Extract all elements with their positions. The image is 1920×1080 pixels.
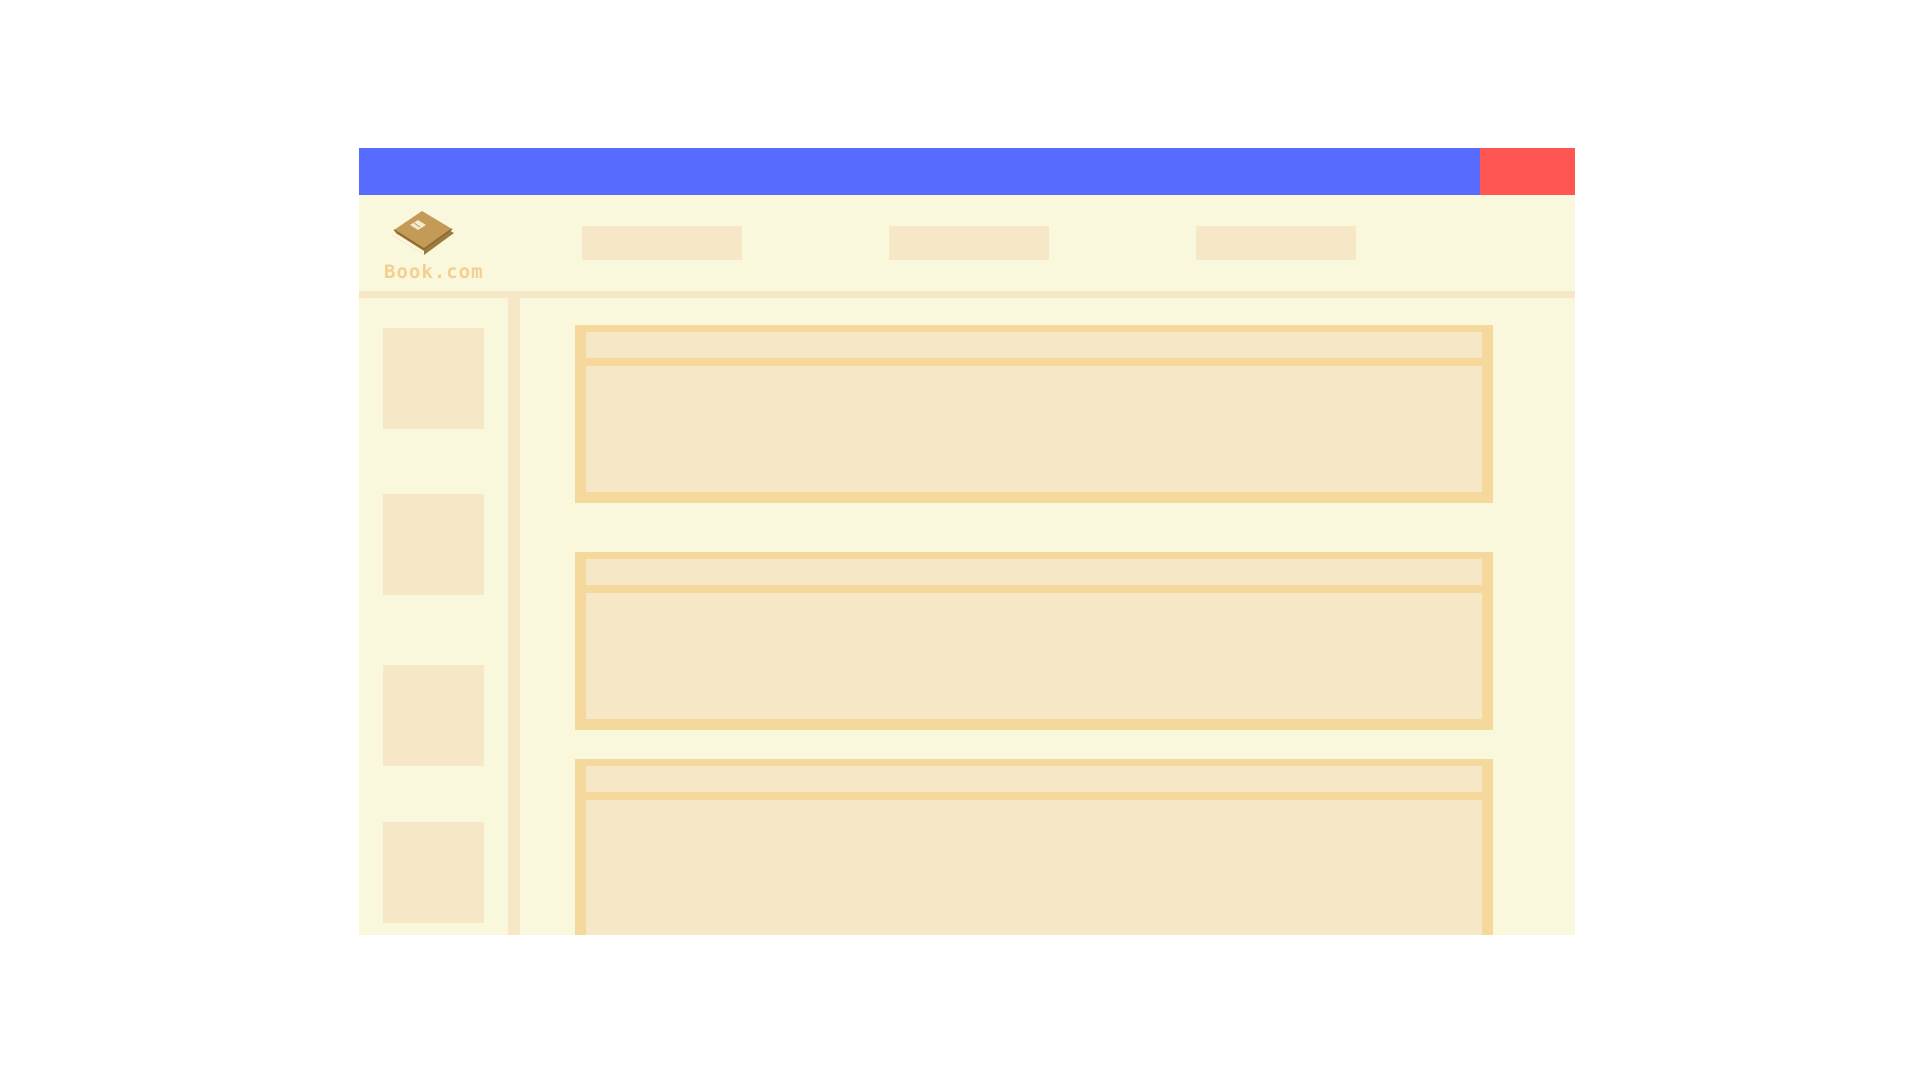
card-body bbox=[586, 593, 1482, 719]
card-body bbox=[586, 800, 1482, 935]
sidebar-item-2[interactable] bbox=[383, 494, 484, 595]
nav-item-2[interactable] bbox=[889, 226, 1049, 260]
header-divider bbox=[359, 291, 1575, 298]
nav-item-1[interactable] bbox=[582, 226, 742, 260]
top-navigation-bar: Book.com bbox=[359, 195, 1575, 295]
card-header bbox=[586, 332, 1482, 358]
content-card-1[interactable] bbox=[575, 325, 1493, 503]
title-bar[interactable] bbox=[359, 148, 1575, 195]
app-window: Book.com bbox=[359, 148, 1575, 935]
close-button[interactable] bbox=[1480, 148, 1575, 195]
sidebar-item-4[interactable] bbox=[383, 822, 484, 923]
card-header bbox=[586, 559, 1482, 585]
sidebar-item-3[interactable] bbox=[383, 665, 484, 766]
logo-text: Book.com bbox=[384, 261, 484, 283]
sidebar-divider bbox=[508, 298, 520, 935]
sidebar bbox=[359, 298, 508, 935]
nav-item-3[interactable] bbox=[1196, 226, 1356, 260]
content-card-2[interactable] bbox=[575, 552, 1493, 730]
content-card-3[interactable] bbox=[575, 759, 1493, 935]
sidebar-item-1[interactable] bbox=[383, 328, 484, 429]
book-icon bbox=[392, 211, 454, 255]
card-body bbox=[586, 366, 1482, 492]
site-logo[interactable]: Book.com bbox=[384, 209, 504, 289]
card-header bbox=[586, 766, 1482, 792]
